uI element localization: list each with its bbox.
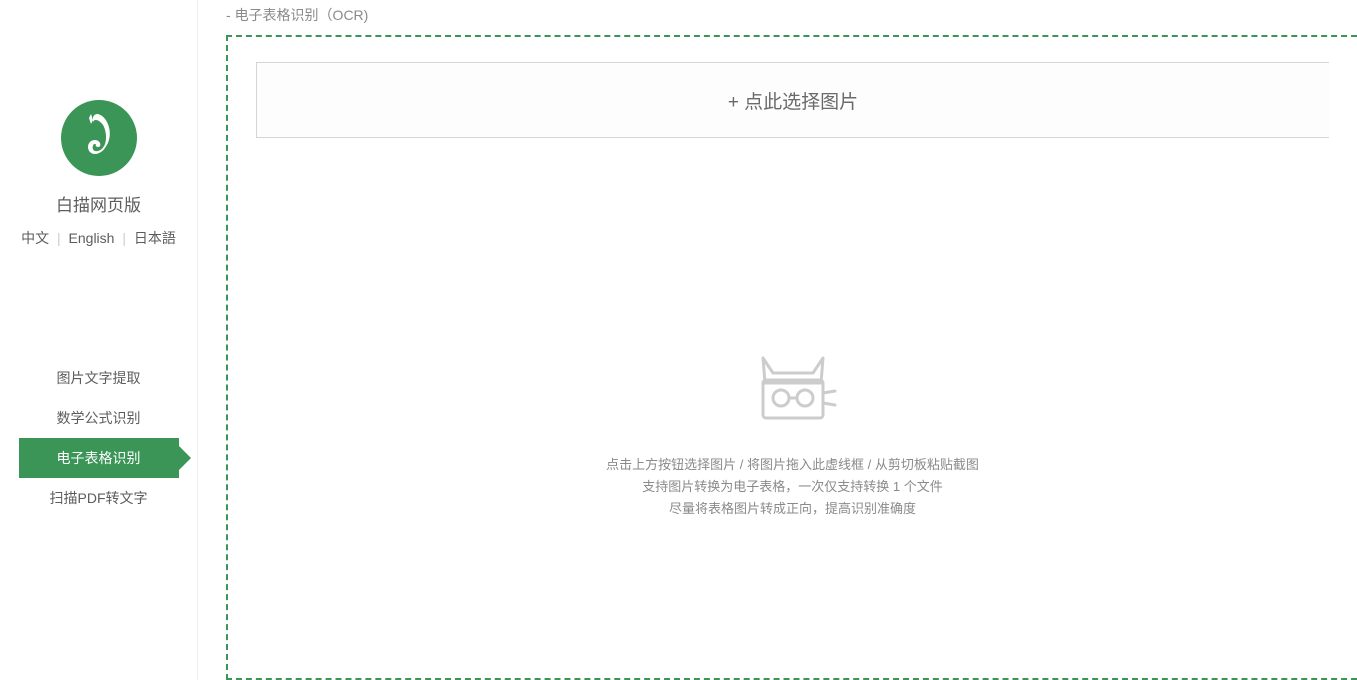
sidebar: 白描网页版 中文 | English | 日本語 图片文字提取 数学公式识别 电… bbox=[0, 0, 198, 680]
header-title: 电子表格识别（OCR) bbox=[235, 7, 369, 23]
nav-item-label: 图片文字提取 bbox=[57, 368, 141, 388]
lang-zh[interactable]: 中文 bbox=[21, 230, 49, 246]
nav: 图片文字提取 数学公式识别 电子表格识别 扫描PDF转文字 bbox=[0, 358, 197, 518]
app-logo bbox=[61, 100, 137, 176]
placeholder: 点击上方按钮选择图片 / 将图片拖入此虚线框 / 从剪切板粘贴截图 支持图片转换… bbox=[256, 348, 1329, 520]
main-content: - 电子表格识别（OCR) + 点此选择图片 点击上方按钮选择图片 / 将图片拖… bbox=[198, 0, 1357, 680]
cat-placeholder-icon bbox=[743, 348, 843, 428]
dropzone[interactable]: + 点此选择图片 点击上方按钮选择图片 / 将图片拖入此虚线框 / 从剪切板粘贴… bbox=[226, 35, 1357, 680]
lang-ja[interactable]: 日本語 bbox=[134, 230, 176, 246]
lang-separator: | bbox=[122, 230, 126, 246]
header-prefix: - bbox=[226, 7, 235, 23]
nav-item-image-ocr[interactable]: 图片文字提取 bbox=[19, 358, 179, 398]
lang-separator: | bbox=[57, 230, 61, 246]
nav-item-pdf-ocr[interactable]: 扫描PDF转文字 bbox=[19, 478, 179, 518]
nav-item-spreadsheet-ocr[interactable]: 电子表格识别 bbox=[19, 438, 179, 478]
hint-line-3: 尽量将表格图片转成正向，提高识别准确度 bbox=[669, 498, 916, 520]
hint-line-2: 支持图片转换为电子表格，一次仅支持转换 1 个文件 bbox=[642, 476, 942, 498]
lang-en[interactable]: English bbox=[69, 230, 115, 246]
nav-item-math-ocr[interactable]: 数学公式识别 bbox=[19, 398, 179, 438]
app-title: 白描网页版 bbox=[56, 191, 141, 216]
select-image-button[interactable]: + 点此选择图片 bbox=[256, 62, 1329, 138]
hint-line-1: 点击上方按钮选择图片 / 将图片拖入此虚线框 / 从剪切板粘贴截图 bbox=[606, 454, 979, 476]
nav-item-label: 电子表格识别 bbox=[57, 448, 141, 468]
language-selector: 中文 | English | 日本語 bbox=[21, 228, 176, 248]
nav-item-label: 扫描PDF转文字 bbox=[50, 488, 148, 508]
nav-item-label: 数学公式识别 bbox=[57, 408, 141, 428]
page-header: - 电子表格识别（OCR) bbox=[226, 5, 1357, 25]
select-button-label: + 点此选择图片 bbox=[728, 87, 858, 114]
